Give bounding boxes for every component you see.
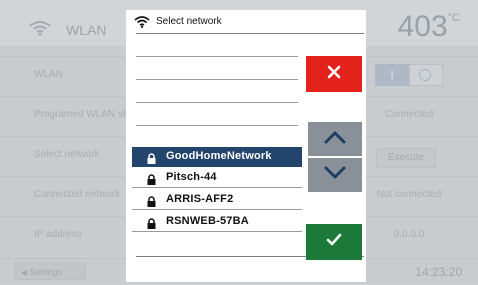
page-title: WLAN — [66, 22, 107, 38]
network-name: Pitsch-44 — [166, 171, 217, 183]
back-label: Settings — [29, 267, 63, 277]
check-icon — [326, 233, 342, 251]
temperature-unit: °C — [447, 12, 460, 24]
empty-slot — [136, 102, 298, 103]
confirm-button[interactable] — [306, 224, 362, 260]
row-label: WLAN — [34, 69, 63, 80]
network-name: ARRIS-AFF2 — [166, 193, 234, 205]
network-item-rsnweb-57ba[interactable]: RSNWEB-57BA — [132, 212, 302, 232]
temperature-value: 403 — [397, 10, 448, 43]
empty-slot — [136, 56, 298, 57]
row-value: Connected — [384, 109, 434, 120]
empty-slot — [136, 79, 298, 80]
chevron-left-icon: ◀ — [21, 268, 28, 277]
wifi-icon — [134, 15, 150, 33]
row-value: 0.0.0.0 — [393, 229, 425, 240]
empty-slot — [136, 125, 298, 126]
lock-icon — [147, 194, 156, 212]
dialog-title: Select network — [156, 16, 222, 27]
execute-button[interactable]: Execute — [376, 148, 436, 168]
back-button[interactable]: ◀ Settings — [14, 262, 86, 280]
cancel-button[interactable] — [306, 56, 362, 92]
chevron-down-icon — [323, 166, 347, 185]
network-item-goodhomenetwork[interactable]: GoodHomeNetwork — [132, 147, 302, 167]
network-item-pitsch-44[interactable]: Pitsch-44 — [132, 168, 302, 188]
temperature-display: 403°C — [398, 10, 460, 44]
title-divider — [136, 33, 364, 34]
network-name: GoodHomeNetwork — [166, 150, 272, 162]
circle-icon — [419, 69, 431, 81]
row-label: Select network — [34, 149, 100, 160]
select-network-dialog: Select network GoodHomeNetwork Pitsch-44… — [126, 10, 366, 282]
toggle-on[interactable]: I — [375, 64, 409, 86]
lock-icon — [147, 216, 156, 234]
row-label: Connected network — [34, 189, 121, 200]
row-value: Not connected — [376, 189, 442, 200]
row-label: IP address — [34, 229, 82, 240]
toggle-off[interactable] — [409, 64, 443, 86]
scroll-down-button[interactable] — [308, 158, 362, 192]
close-icon — [327, 65, 341, 84]
scroll-up-button[interactable] — [308, 122, 362, 156]
lock-icon — [147, 151, 156, 169]
chevron-up-icon — [323, 130, 347, 149]
network-item-arris-aff2[interactable]: ARRIS-AFF2 — [132, 190, 302, 210]
network-name: RSNWEB-57BA — [166, 215, 249, 227]
wifi-icon — [28, 20, 52, 41]
row-label: Programed WLAN slo — [34, 109, 131, 120]
lock-icon — [147, 172, 156, 190]
wlan-toggle[interactable]: I — [375, 64, 443, 86]
clock: 14:23:20 — [415, 265, 462, 279]
